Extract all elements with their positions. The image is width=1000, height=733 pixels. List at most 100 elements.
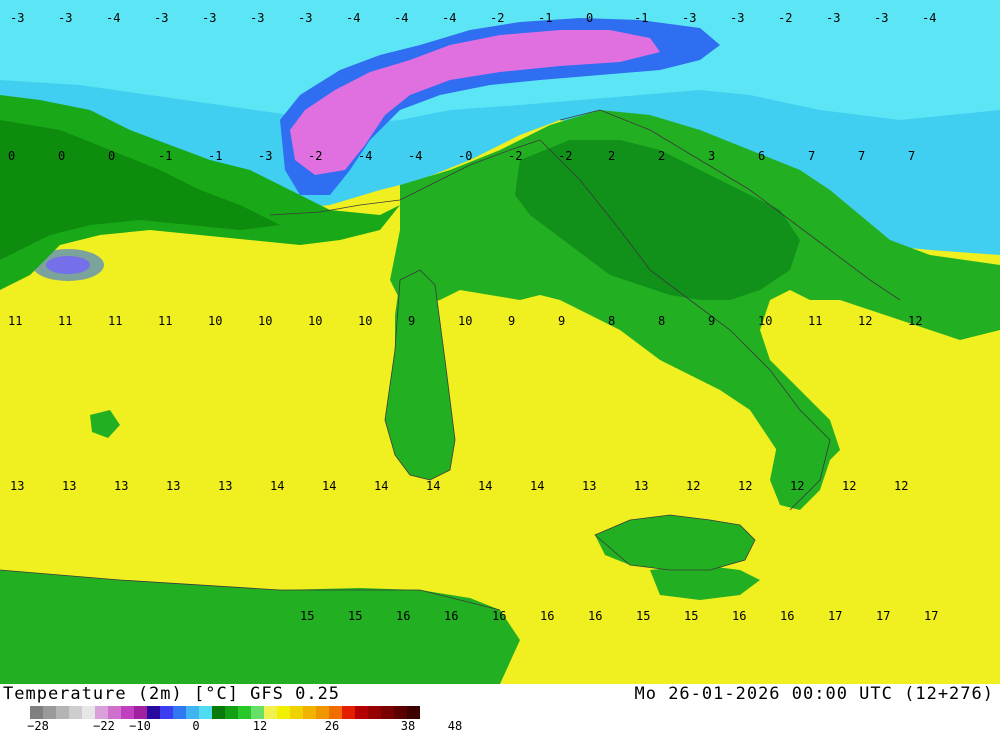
legend-swatch <box>199 706 212 719</box>
temperature-value: -3 <box>730 11 744 25</box>
legend-swatch <box>82 706 95 719</box>
legend-swatch <box>303 706 316 719</box>
legend-swatch <box>251 706 264 719</box>
temperature-value: 11 <box>108 314 122 328</box>
color-legend-ticks: −28 −22 −10 0 12 26 38 48 <box>0 719 500 733</box>
temperature-value: 9 <box>408 314 415 328</box>
temperature-value: 12 <box>908 314 922 328</box>
color-legend <box>30 706 420 719</box>
temperature-value: 11 <box>8 314 22 328</box>
legend-tick-label: −22 <box>93 719 115 733</box>
temperature-value: -4 <box>394 11 408 25</box>
legend-tick-label: −28 <box>27 719 49 733</box>
legend-swatch <box>108 706 121 719</box>
legend-swatch <box>56 706 69 719</box>
map-title: Temperature (2m) [°C] GFS 0.25 <box>3 684 341 704</box>
temperature-value: 7 <box>858 149 865 163</box>
legend-swatch <box>186 706 199 719</box>
temperature-value: -3 <box>682 11 696 25</box>
temperature-value: -2 <box>490 11 504 25</box>
temperature-value: 15 <box>636 609 650 623</box>
temperature-value: 8 <box>658 314 665 328</box>
temperature-value: 8 <box>608 314 615 328</box>
temperature-value: 9 <box>708 314 715 328</box>
temperature-value: -4 <box>442 11 456 25</box>
temperature-value: 16 <box>396 609 410 623</box>
temperature-value: 14 <box>530 479 544 493</box>
legend-swatch <box>355 706 368 719</box>
temperature-value: -4 <box>106 11 120 25</box>
temperature-value: 15 <box>300 609 314 623</box>
temperature-map: -3 -3 -4 -3 -3 -3 -3 -4 -4 -4 -2 -1 0 -1 -3 -3 -2 -3 -3 -4 0… <box>0 0 1000 684</box>
temperature-value: -1 <box>208 149 222 163</box>
temperature-value: 13 <box>10 479 24 493</box>
temperature-value: -3 <box>154 11 168 25</box>
temperature-value: 15 <box>348 609 362 623</box>
legend-swatch <box>147 706 160 719</box>
temperature-value: 13 <box>62 479 76 493</box>
temperature-value: 12 <box>686 479 700 493</box>
temperature-value: -3 <box>10 11 24 25</box>
legend-swatch <box>134 706 147 719</box>
temperature-value: 10 <box>258 314 272 328</box>
temperature-value: 14 <box>426 479 440 493</box>
temperature-value: 10 <box>458 314 472 328</box>
temperature-value: 12 <box>842 479 856 493</box>
temperature-value: 13 <box>166 479 180 493</box>
temperature-value: 12 <box>894 479 908 493</box>
temperature-value: -2 <box>558 149 572 163</box>
temperature-value: -2 <box>508 149 522 163</box>
temperature-value: 9 <box>558 314 565 328</box>
temperature-value: 11 <box>808 314 822 328</box>
legend-tick-label: 26 <box>324 719 340 733</box>
temperature-value: 16 <box>492 609 506 623</box>
temperature-value: 17 <box>876 609 890 623</box>
legend-swatch <box>238 706 251 719</box>
temperature-value: 16 <box>444 609 458 623</box>
legend-swatch <box>290 706 303 719</box>
temperature-value: -1 <box>158 149 172 163</box>
legend-swatch <box>43 706 56 719</box>
temperature-value: -3 <box>202 11 216 25</box>
legend-swatch <box>69 706 82 719</box>
legend-swatch <box>342 706 355 719</box>
legend-tick-label: 48 <box>447 719 463 733</box>
temperature-value: 16 <box>588 609 602 623</box>
temperature-value: -4 <box>922 11 936 25</box>
temperature-value: -3 <box>874 11 888 25</box>
temperature-value: -4 <box>408 149 422 163</box>
legend-swatch <box>394 706 407 719</box>
temperature-value: 13 <box>582 479 596 493</box>
temperature-value: 10 <box>308 314 322 328</box>
legend-swatch <box>407 706 420 719</box>
temperature-value: 7 <box>908 149 915 163</box>
temperature-value: 10 <box>208 314 222 328</box>
temperature-value: 2 <box>608 149 615 163</box>
temperature-value: -3 <box>250 11 264 25</box>
legend-swatch <box>95 706 108 719</box>
legend-swatch <box>264 706 277 719</box>
temperature-value: 13 <box>218 479 232 493</box>
legend-swatch <box>173 706 186 719</box>
temperature-value: 11 <box>158 314 172 328</box>
temperature-value: -2 <box>308 149 322 163</box>
legend-swatch <box>368 706 381 719</box>
temperature-value: 0 <box>108 149 115 163</box>
temperature-value: 13 <box>114 479 128 493</box>
temperature-value: -3 <box>298 11 312 25</box>
temperature-value: 12 <box>738 479 752 493</box>
legend-swatch <box>160 706 173 719</box>
legend-swatch <box>316 706 329 719</box>
temperature-value: -1 <box>538 11 552 25</box>
temperature-value: -3 <box>258 149 272 163</box>
temperature-value: 17 <box>828 609 842 623</box>
temperature-value: 11 <box>58 314 72 328</box>
temperature-value: 10 <box>758 314 772 328</box>
temperature-value: 6 <box>758 149 765 163</box>
legend-swatch <box>329 706 342 719</box>
legend-swatch <box>121 706 134 719</box>
temperature-value: -3 <box>826 11 840 25</box>
temperature-value: 0 <box>586 11 593 25</box>
temperature-value: 0 <box>8 149 15 163</box>
legend-tick-label: 38 <box>400 719 416 733</box>
